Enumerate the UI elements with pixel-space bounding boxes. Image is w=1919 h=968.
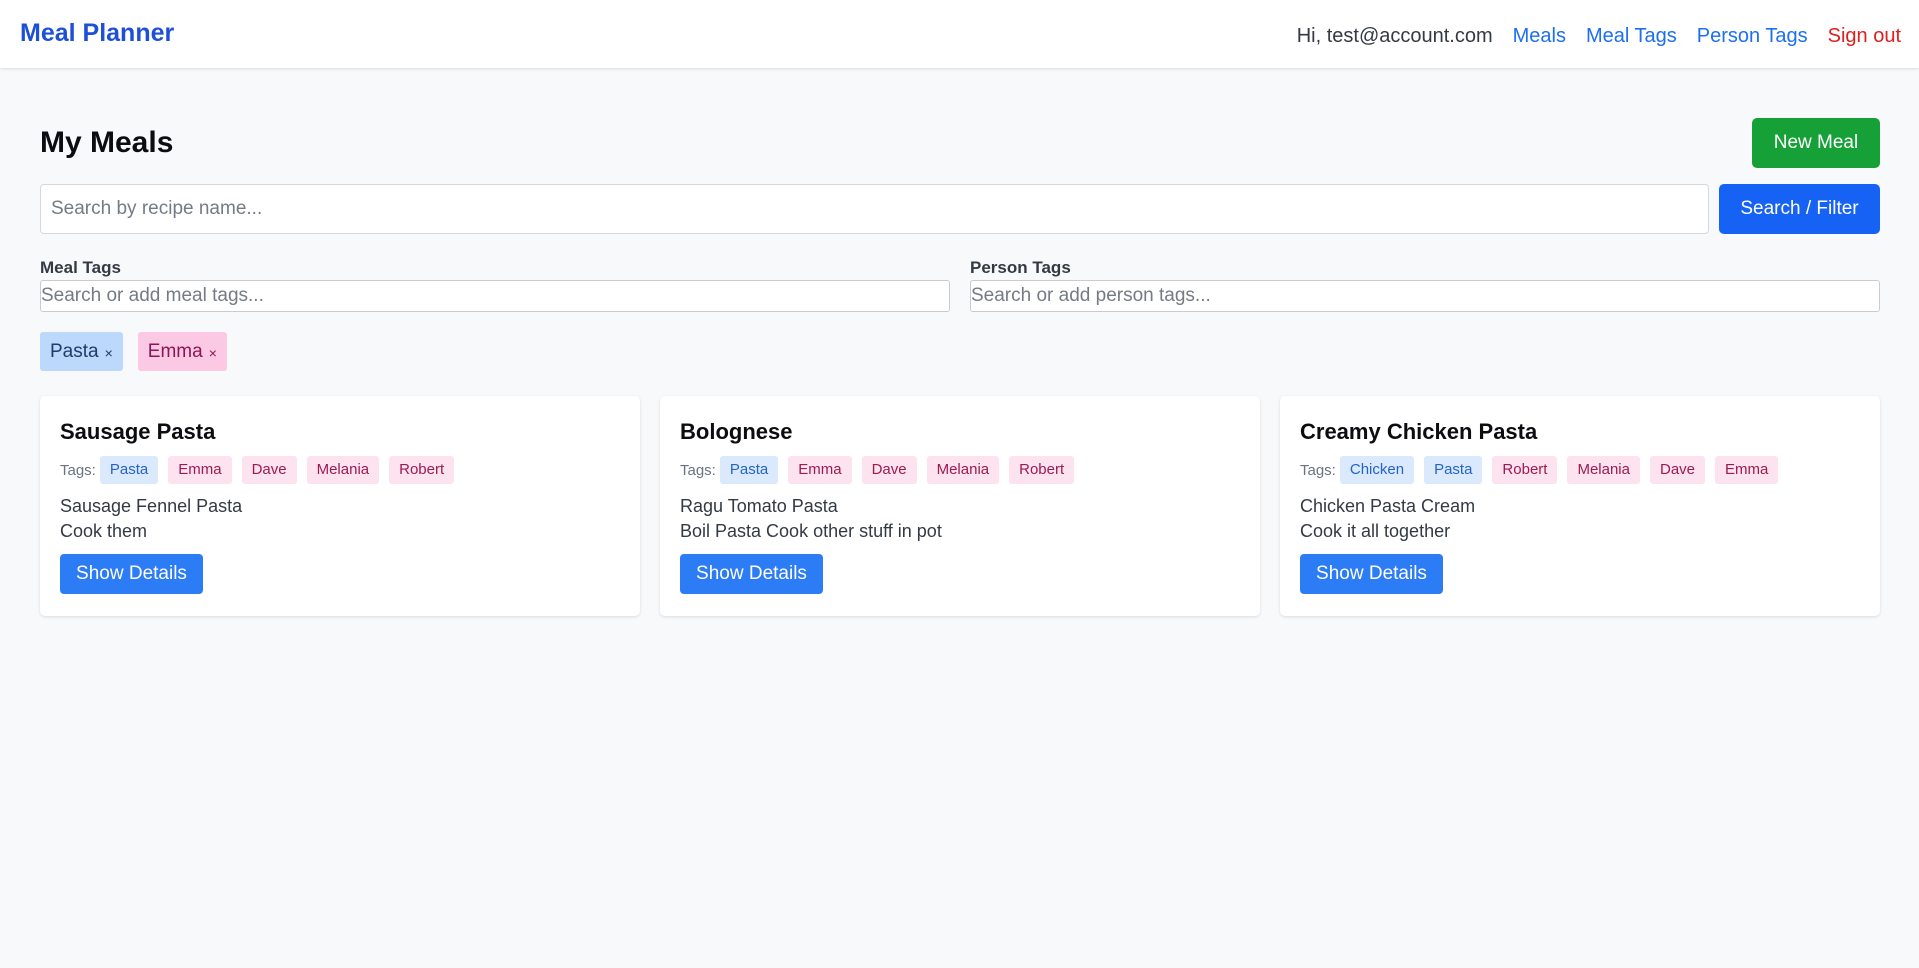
meal-ingredients: Ragu Tomato Pasta xyxy=(680,496,838,516)
meal-tag: Chicken xyxy=(1339,456,1415,484)
active-filter-chips: Pasta × Emma × xyxy=(40,332,1880,371)
person-tag: Melania xyxy=(306,456,380,484)
filter-chip-label: Pasta xyxy=(50,340,99,362)
page-title: My Meals xyxy=(40,126,174,159)
meal-card: Bolognese Tags: Pasta Emma Dave Melania … xyxy=(660,396,1260,616)
page-header: My Meals New Meal xyxy=(40,118,1880,168)
meal-ingredients: Chicken Pasta Cream xyxy=(1300,496,1476,516)
tags-label: Tags: xyxy=(60,461,96,479)
person-tags-filter: Person Tags xyxy=(970,258,1880,312)
new-meal-button[interactable]: New Meal xyxy=(1752,118,1880,168)
nav-link-person-tags[interactable]: Person Tags xyxy=(1697,25,1808,48)
meal-ingredients: Sausage Fennel Pasta xyxy=(60,496,243,516)
person-tag: Melania xyxy=(926,456,1000,484)
user-greeting: Hi, test@account.com xyxy=(1296,24,1493,47)
meal-title: Creamy Chicken Pasta xyxy=(1300,419,1538,444)
brand-logo[interactable]: Meal Planner xyxy=(20,19,174,48)
person-tag: Emma xyxy=(1715,456,1779,484)
filter-chip-emma: Emma × xyxy=(137,332,227,371)
meal-title: Sausage Pasta xyxy=(60,419,216,444)
remove-filter-icon[interactable]: × xyxy=(209,345,217,361)
meal-tags-input[interactable] xyxy=(40,280,950,312)
search-filter-button[interactable]: Search / Filter xyxy=(1719,184,1880,234)
meal-title: Bolognese xyxy=(680,419,793,444)
show-details-button[interactable]: Show Details xyxy=(680,554,823,594)
meal-card: Sausage Pasta Tags: Pasta Emma Dave Mela… xyxy=(40,396,640,616)
meal-tags: Tags: Chicken Pasta Robert Melania Dave … xyxy=(1300,456,1860,484)
remove-filter-icon[interactable]: × xyxy=(105,345,113,361)
meal-cards: Sausage Pasta Tags: Pasta Emma Dave Mela… xyxy=(40,396,1880,616)
show-details-button[interactable]: Show Details xyxy=(60,554,203,594)
person-tag: Robert xyxy=(1492,456,1558,484)
meal-description: Chicken Pasta Cream Cook it all together xyxy=(1300,494,1860,544)
person-tag: Dave xyxy=(241,456,297,484)
meal-instructions: Boil Pasta Cook other stuff in pot xyxy=(680,521,942,541)
meal-description: Sausage Fennel Pasta Cook them xyxy=(60,494,620,544)
person-tag: Melania xyxy=(1567,456,1640,484)
person-tag: Robert xyxy=(389,456,455,484)
tags-label: Tags: xyxy=(680,461,716,479)
meal-tags-label: Meal Tags xyxy=(40,258,121,277)
show-details-button[interactable]: Show Details xyxy=(1300,554,1443,594)
person-tag: Dave xyxy=(861,456,917,484)
meal-card: Creamy Chicken Pasta Tags: Chicken Pasta… xyxy=(1280,396,1880,616)
person-tag: Robert xyxy=(1009,456,1075,484)
meal-tag: Pasta xyxy=(1424,456,1483,484)
sign-out-link[interactable]: Sign out xyxy=(1828,25,1901,48)
tag-filters: Meal Tags Person Tags xyxy=(40,258,1880,312)
meal-instructions: Cook it all together xyxy=(1300,521,1451,541)
meal-tags-filter: Meal Tags xyxy=(40,258,950,312)
nav-right: Hi, test@account.com Meals Meal Tags Per… xyxy=(1297,25,1901,48)
nav-link-meals[interactable]: Meals xyxy=(1513,25,1566,48)
meal-tag: Pasta xyxy=(719,456,779,484)
recipe-search-input[interactable] xyxy=(40,184,1709,234)
meal-tag: Pasta xyxy=(99,456,159,484)
filter-chip-pasta: Pasta × xyxy=(40,332,123,371)
person-tag: Emma xyxy=(788,456,852,484)
meal-description: Ragu Tomato Pasta Boil Pasta Cook other … xyxy=(680,494,1240,544)
person-tag: Emma xyxy=(168,456,232,484)
nav-link-meal-tags[interactable]: Meal Tags xyxy=(1586,25,1677,48)
meal-tags: Tags: Pasta Emma Dave Melania Robert xyxy=(60,456,620,484)
person-tags-label: Person Tags xyxy=(970,258,1071,277)
filter-chip-label: Emma xyxy=(147,340,203,362)
meal-instructions: Cook them xyxy=(60,521,148,541)
tags-label: Tags: xyxy=(1300,461,1336,479)
main-content: My Meals New Meal Search / Filter Meal T… xyxy=(40,68,1880,616)
search-row: Search / Filter xyxy=(40,184,1880,234)
person-tag: Dave xyxy=(1649,456,1706,484)
meal-tags: Tags: Pasta Emma Dave Melania Robert xyxy=(680,456,1240,484)
person-tags-input[interactable] xyxy=(970,280,1880,312)
top-navbar: Meal Planner Hi, test@account.com Meals … xyxy=(0,0,1919,68)
